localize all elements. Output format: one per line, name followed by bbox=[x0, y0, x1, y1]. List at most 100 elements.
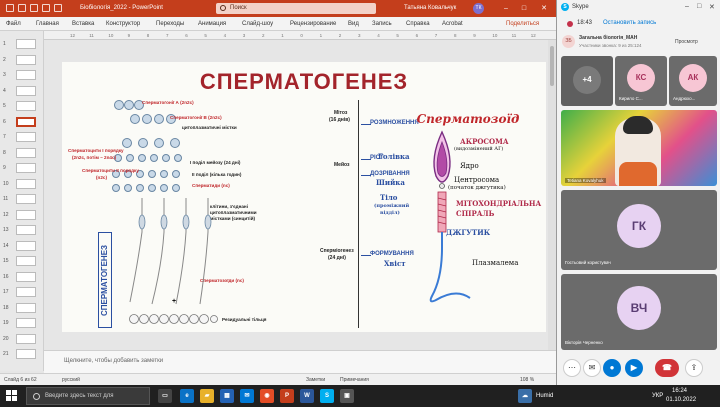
tab-home[interactable]: Главная bbox=[36, 21, 59, 27]
slide-thumbnail[interactable] bbox=[16, 101, 36, 111]
tab-animation[interactable]: Анимация bbox=[198, 21, 226, 27]
stop-recording-button[interactable]: Остановить запись bbox=[603, 20, 656, 26]
vertical-scrollbar[interactable] bbox=[548, 40, 556, 351]
maximize-button[interactable]: □ bbox=[697, 3, 701, 10]
slide-thumbnail[interactable] bbox=[16, 85, 36, 96]
slide-thumbnail[interactable] bbox=[16, 54, 36, 65]
tab-insert[interactable]: Вставка bbox=[72, 21, 94, 27]
search-icon bbox=[220, 5, 226, 11]
notes-toggle[interactable]: Заметки bbox=[306, 377, 325, 383]
chat-button[interactable]: ✉ bbox=[583, 359, 601, 377]
share-screen-button[interactable]: ⇪ bbox=[685, 359, 703, 377]
slide-thumbnail[interactable] bbox=[16, 240, 36, 251]
weather-icon[interactable]: ☁ bbox=[518, 389, 532, 403]
slide-thumbnail[interactable] bbox=[16, 70, 36, 80]
tab-view[interactable]: Вид bbox=[348, 21, 359, 27]
chrome-icon[interactable]: ◉ bbox=[260, 389, 274, 403]
slide-thumbnail[interactable] bbox=[16, 132, 36, 142]
search-box[interactable]: Поиск bbox=[216, 3, 376, 14]
participant-tile[interactable]: АК Андрюхо... bbox=[669, 56, 717, 106]
clock-date[interactable]: 01.10.2022 bbox=[666, 397, 696, 403]
participant-tile[interactable]: ВЧ Вікторія Черненко bbox=[561, 274, 717, 350]
close-button[interactable]: ✕ bbox=[709, 3, 715, 11]
tab-transitions[interactable]: Переходы bbox=[156, 21, 184, 27]
label-spermiogenesis: Спермiогенез bbox=[320, 248, 354, 254]
start-button[interactable] bbox=[6, 390, 18, 402]
group-name[interactable]: Загальна біологія_МАН bbox=[579, 35, 637, 41]
slide-thumbnail[interactable] bbox=[16, 163, 36, 173]
slide-canvas[interactable]: СПЕРМАТОГЕНЕЗ Сперматогонії А (2n2c) Спе… bbox=[62, 62, 546, 332]
present-icon[interactable] bbox=[54, 4, 62, 12]
slide-thumbnail[interactable] bbox=[16, 271, 36, 282]
video-tile[interactable]: Tetiana Kovalyhuk bbox=[561, 110, 717, 186]
label-mitosis-days: (16 днів) bbox=[329, 117, 350, 123]
slide-thumbnail[interactable] bbox=[16, 147, 36, 158]
tab-design[interactable]: Конструктор bbox=[106, 21, 140, 27]
zoom-level[interactable]: 108 % bbox=[520, 377, 534, 383]
slide-thumbnail[interactable] bbox=[16, 209, 36, 220]
label-meiosis-2: ІІ поділ (кілька годин) bbox=[192, 172, 242, 177]
language-indicator[interactable]: УКР bbox=[652, 393, 663, 399]
camera-button[interactable]: ▶ bbox=[625, 359, 643, 377]
scroll-thumb[interactable] bbox=[550, 46, 554, 86]
mail-icon[interactable]: ✉ bbox=[240, 389, 254, 403]
slide-thumbnail[interactable] bbox=[16, 287, 36, 297]
slide-thumbnail[interactable] bbox=[16, 318, 36, 328]
close-button[interactable]: ✕ bbox=[538, 3, 550, 14]
tab-review[interactable]: Рецензирование bbox=[290, 21, 336, 27]
store-icon[interactable]: ▦ bbox=[220, 389, 234, 403]
microphone-button[interactable]: ● bbox=[603, 359, 621, 377]
autosave-icon[interactable] bbox=[6, 4, 14, 12]
slide-thumbnail[interactable] bbox=[16, 116, 36, 127]
comments-toggle[interactable]: Примечания bbox=[340, 377, 369, 383]
word-icon[interactable]: W bbox=[300, 389, 314, 403]
hang-up-button[interactable]: ☎ bbox=[655, 359, 679, 377]
slide-thumbnail[interactable] bbox=[16, 225, 36, 235]
germ-cell bbox=[112, 184, 120, 192]
slide-thumbnail[interactable] bbox=[16, 194, 36, 204]
minimize-button[interactable]: – bbox=[685, 3, 689, 10]
tab-file[interactable]: Файл bbox=[6, 21, 21, 27]
slide-thumbnail[interactable] bbox=[16, 349, 36, 359]
view-button[interactable]: Просмотр bbox=[675, 39, 698, 45]
slide-thumbnail-number: 5 bbox=[3, 103, 6, 109]
task-view-icon[interactable]: ▭ bbox=[158, 389, 172, 403]
language-indicator[interactable]: русский bbox=[62, 377, 80, 383]
weather-text[interactable]: Humid bbox=[536, 393, 553, 399]
tab-help[interactable]: Справка bbox=[406, 21, 430, 27]
user-avatar[interactable]: ТК bbox=[473, 3, 484, 14]
minimize-button[interactable]: – bbox=[500, 3, 512, 14]
tab-acrobat[interactable]: Acrobat bbox=[442, 21, 463, 27]
participant-tile[interactable]: +4 bbox=[561, 56, 613, 106]
more-options-button[interactable]: ⋯ bbox=[563, 359, 581, 377]
powerpoint-icon[interactable]: P bbox=[280, 389, 294, 403]
file-explorer-icon[interactable]: ▰ bbox=[200, 389, 214, 403]
skype-icon[interactable]: S bbox=[320, 389, 334, 403]
user-name[interactable]: Татьяна Ковальчук bbox=[404, 5, 456, 11]
share-button[interactable]: Поделиться bbox=[506, 21, 539, 27]
tab-slideshow[interactable]: Слайд-шоу bbox=[242, 21, 273, 27]
notes-pane[interactable]: Щелкните, чтобы добавить заметки bbox=[44, 350, 556, 373]
slide-thumbnail[interactable] bbox=[16, 178, 36, 189]
label-mitosis: Мітоз bbox=[334, 110, 348, 116]
slide-thumbnail[interactable] bbox=[16, 302, 36, 313]
recording-bar: 18:43 Остановить запись bbox=[557, 15, 720, 31]
app-icon[interactable]: ▣ bbox=[340, 389, 354, 403]
slide-thumbnail[interactable] bbox=[16, 39, 36, 49]
windows-logo-icon bbox=[12, 396, 17, 401]
slide-thumbnail-number: 1 bbox=[3, 41, 6, 47]
taskbar-search[interactable]: Введите здесь текст для bbox=[26, 387, 150, 405]
participant-tile[interactable]: КС Кирило С... bbox=[615, 56, 667, 106]
slide-thumbnail[interactable] bbox=[16, 256, 36, 266]
participant-tile[interactable]: ГК Гостьовий користувач bbox=[561, 190, 717, 270]
slide-thumbnail-number: 2 bbox=[3, 56, 6, 63]
save-icon[interactable] bbox=[18, 4, 26, 12]
redo-icon[interactable] bbox=[42, 4, 50, 12]
tab-record[interactable]: Запись bbox=[372, 21, 392, 27]
maximize-button[interactable]: □ bbox=[518, 3, 530, 14]
clock-time[interactable]: 16:24 bbox=[672, 388, 687, 394]
edge-icon[interactable]: e bbox=[180, 389, 194, 403]
slide-thumbnail[interactable] bbox=[16, 333, 36, 344]
label-body-note-1: (проміжний bbox=[374, 203, 410, 209]
undo-icon[interactable] bbox=[30, 4, 38, 12]
